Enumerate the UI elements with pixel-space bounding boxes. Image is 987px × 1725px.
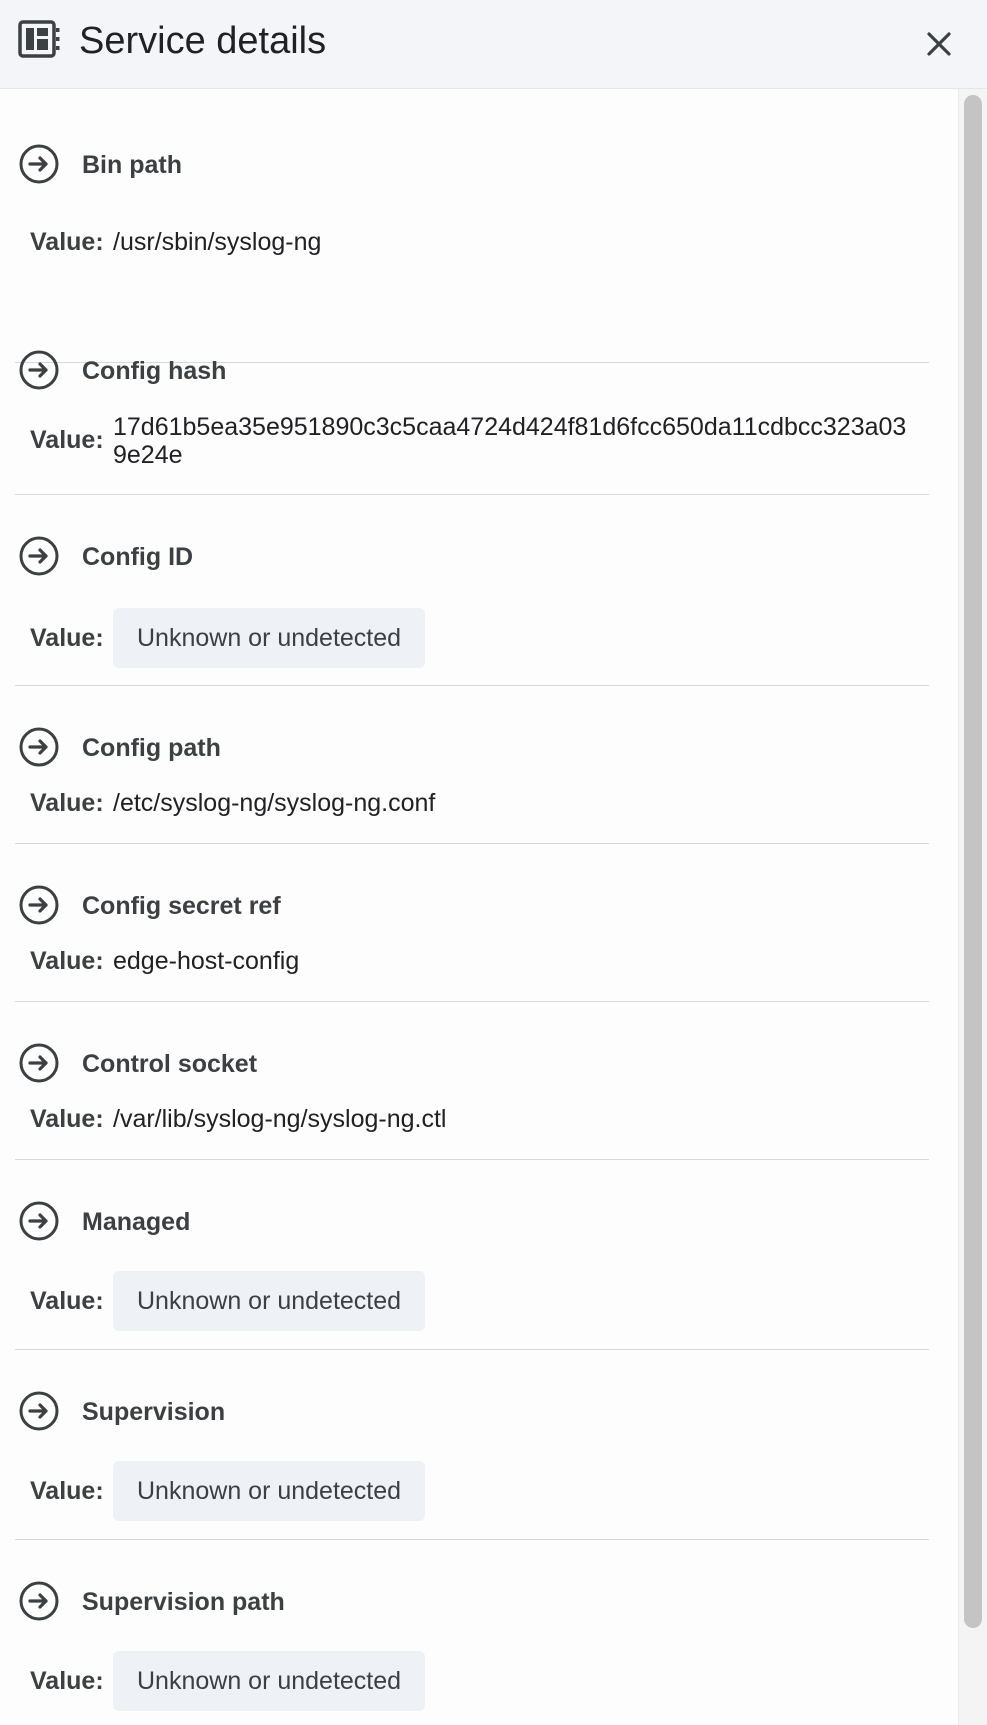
service-details-icon xyxy=(18,20,60,58)
arrow-circle-right-icon xyxy=(19,1391,59,1431)
arrow-circle-right-icon xyxy=(19,536,59,576)
detail-item-label: Config ID xyxy=(82,543,194,571)
scrollbar[interactable] xyxy=(958,89,987,1725)
detail-item-header[interactable]: Supervision path xyxy=(18,1580,918,1624)
detail-item-label: Supervision path xyxy=(82,1588,285,1616)
detail-item: Config hash Value: 17d61b5ea35e951890c3c5c… xyxy=(15,309,929,495)
detail-item-header[interactable]: Supervision xyxy=(18,1390,918,1434)
value-label: Value: xyxy=(30,426,104,454)
detail-item-header[interactable]: Config hash xyxy=(18,349,918,393)
arrow-circle-right-icon xyxy=(19,885,59,925)
arrow-circle-right-icon xyxy=(19,727,59,767)
close-icon[interactable] xyxy=(919,24,959,64)
detail-item-label: Bin path xyxy=(82,151,182,179)
detail-item: Managed Value: Unknown or undetected xyxy=(15,1160,929,1350)
detail-item-label: Config secret ref xyxy=(82,892,281,920)
detail-item-label: Supervision xyxy=(82,1398,226,1426)
detail-item-label: Control socket xyxy=(82,1050,258,1078)
details-list: Bin path Value: /usr/sbin/syslog-ng Config … xyxy=(0,89,958,1725)
value-label: Value: xyxy=(30,1667,104,1695)
arrow-circle-right-icon xyxy=(19,1581,59,1621)
detail-item-label: Config path xyxy=(82,734,221,762)
status-badge: Unknown or undetected xyxy=(113,1271,426,1331)
arrow-circle-right-icon xyxy=(19,1043,59,1083)
detail-item-header[interactable]: Control socket xyxy=(18,1042,918,1086)
detail-item: Config path Value: /etc/syslog-ng/syslog-n… xyxy=(15,686,929,844)
detail-item-label: Config hash xyxy=(82,357,227,385)
status-badge: Unknown or undetected xyxy=(113,1651,426,1711)
scrollbar-thumb[interactable] xyxy=(964,95,982,1628)
arrow-circle-right-icon xyxy=(19,144,59,184)
status-badge: Unknown or undetected xyxy=(113,608,426,668)
arrow-circle-right-icon xyxy=(19,1201,59,1241)
detail-value: 17d61b5ea35e951890c3c5caa4724d424f81d6fc… xyxy=(113,413,907,469)
panel-title: Service details xyxy=(79,20,327,62)
value-label: Value: xyxy=(30,947,104,975)
detail-value: /etc/syslog-ng/syslog-ng.conf xyxy=(113,789,436,817)
detail-item: Control socket Value: /var/lib/syslog-ng/s… xyxy=(15,1002,929,1160)
panel-header: Service details xyxy=(0,0,987,89)
detail-item: Supervision Value: Unknown or undetected xyxy=(15,1350,929,1540)
status-badge: Unknown or undetected xyxy=(113,1461,426,1521)
value-label: Value: xyxy=(30,1477,104,1505)
value-label: Value: xyxy=(30,1105,104,1133)
detail-item: Config secret ref Value: edge-host-config xyxy=(15,844,929,1002)
detail-value: /usr/sbin/syslog-ng xyxy=(113,228,322,256)
detail-item-header[interactable]: Config ID xyxy=(18,535,918,579)
value-label: Value: xyxy=(30,789,104,817)
detail-item-header[interactable]: Config path xyxy=(18,726,918,770)
value-label: Value: xyxy=(30,624,104,652)
detail-item-header[interactable]: Config secret ref xyxy=(18,884,918,928)
detail-value: /var/lib/syslog-ng/syslog-ng.ctl xyxy=(113,1105,447,1133)
detail-item-header[interactable]: Managed xyxy=(18,1200,918,1244)
detail-item-label: Managed xyxy=(82,1208,191,1236)
detail-item: Config ID Value: Unknown or undetected xyxy=(15,495,929,686)
arrow-circle-right-icon xyxy=(19,350,59,390)
detail-item: Supervision path Value: Unknown or undetec… xyxy=(15,1540,929,1725)
value-label: Value: xyxy=(30,1287,104,1315)
value-label: Value: xyxy=(30,228,104,256)
detail-item-header[interactable]: Bin path xyxy=(18,143,918,187)
detail-value: edge-host-config xyxy=(113,947,300,975)
